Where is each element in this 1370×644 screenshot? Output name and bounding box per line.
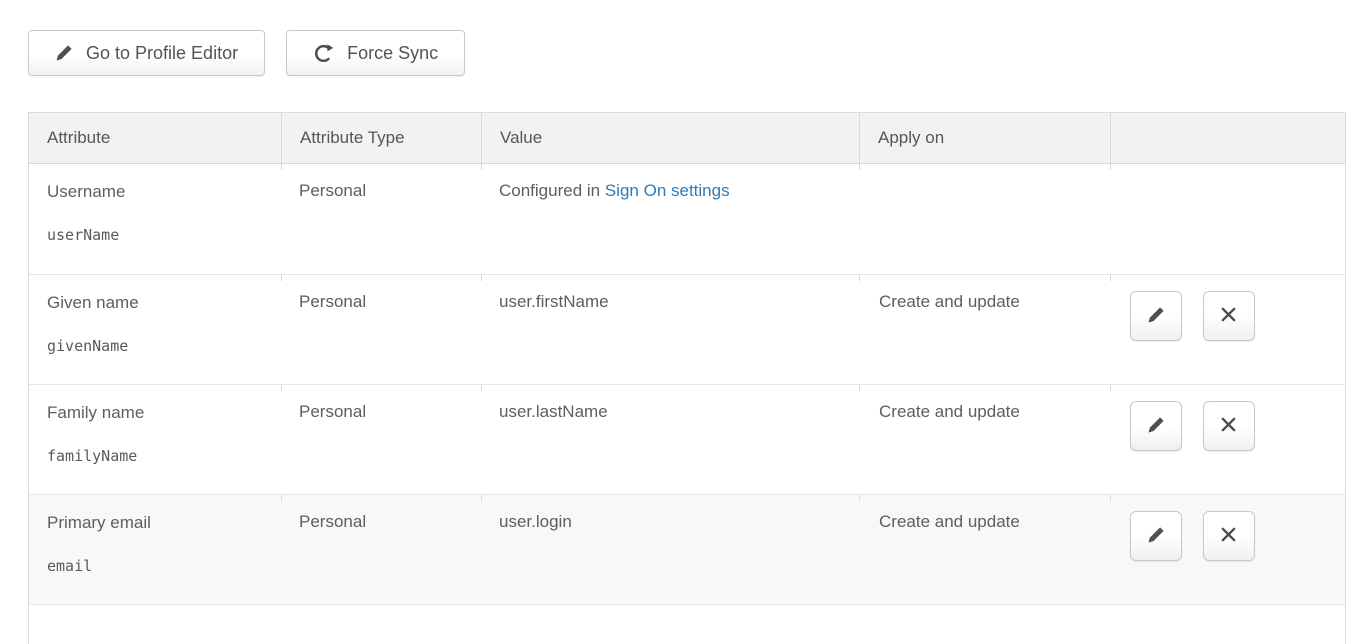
pencil-icon: [55, 44, 73, 62]
actions-cell: [1110, 494, 1345, 604]
attribute-mappings-page: Go to Profile Editor Force Sync Attribut…: [0, 0, 1370, 644]
attribute-label: Given name: [47, 292, 271, 313]
attribute-label: Family name: [47, 402, 271, 423]
attribute-label: Username: [47, 181, 271, 202]
force-sync-label: Force Sync: [347, 43, 438, 64]
attribute-table-body: Username userName Personal Configured in…: [29, 164, 1345, 644]
force-sync-button[interactable]: Force Sync: [286, 30, 465, 76]
actions-cell: [1110, 274, 1345, 384]
attribute-cell: Given name givenName: [29, 274, 281, 384]
table-row: Given name givenName Personal user.first…: [29, 274, 1345, 384]
sign-on-settings-link[interactable]: Sign On settings: [605, 181, 730, 200]
apply-on-cell: [859, 164, 1110, 274]
attribute-variable-name: givenName: [47, 337, 271, 355]
actions-cell: [1110, 384, 1345, 494]
value-text: user.lastName: [499, 402, 608, 421]
attribute-type-cell: Personal: [281, 164, 481, 274]
value-text: user.firstName: [499, 292, 609, 311]
apply-on-cell: Create and update: [859, 494, 1110, 604]
close-icon: [1219, 525, 1238, 547]
attribute-cell: Family name familyName: [29, 384, 281, 494]
value-cell: Configured in Sign On settings: [481, 164, 859, 274]
header-value: Value: [481, 113, 859, 164]
header-attribute: Attribute: [29, 113, 281, 164]
value-cell: user.lastName: [481, 384, 859, 494]
attribute-cell: Username userName: [29, 164, 281, 274]
edit-attribute-button[interactable]: [1130, 511, 1182, 561]
table-row: Family name familyName Personal user.las…: [29, 384, 1345, 494]
attribute-cell: Primary email email: [29, 494, 281, 604]
toolbar: Go to Profile Editor Force Sync: [28, 30, 1344, 76]
attribute-type-cell: Personal: [281, 274, 481, 384]
apply-on-cell: Create and update: [859, 384, 1110, 494]
pencil-icon: [1147, 416, 1165, 437]
close-icon: [1219, 415, 1238, 437]
attribute-variable-name: familyName: [47, 447, 271, 465]
go-to-profile-editor-label: Go to Profile Editor: [86, 43, 238, 64]
edit-attribute-button[interactable]: [1130, 401, 1182, 451]
delete-attribute-button[interactable]: [1203, 511, 1255, 561]
pencil-icon: [1147, 306, 1165, 327]
value-cell: user.login: [481, 494, 859, 604]
table-header: Attribute Attribute Type Value Apply on: [29, 113, 1345, 164]
attribute-mapping-table: Attribute Attribute Type Value Apply on …: [28, 112, 1346, 644]
attribute-type-cell: Personal: [281, 384, 481, 494]
value-text: user.login: [499, 512, 572, 531]
refresh-icon: [313, 43, 334, 64]
value-cell: user.firstName: [481, 274, 859, 384]
table-row: [29, 604, 1345, 644]
go-to-profile-editor-button[interactable]: Go to Profile Editor: [28, 30, 265, 76]
table-row: Username userName Personal Configured in…: [29, 164, 1345, 274]
edit-attribute-button[interactable]: [1130, 291, 1182, 341]
attribute-label: Primary email: [47, 512, 271, 533]
header-attribute-type: Attribute Type: [281, 113, 481, 164]
close-icon: [1219, 305, 1238, 327]
pencil-icon: [1147, 526, 1165, 547]
header-actions: [1110, 113, 1345, 164]
table-row: Primary email email Personal user.login …: [29, 494, 1345, 604]
header-apply-on: Apply on: [859, 113, 1110, 164]
delete-attribute-button[interactable]: [1203, 291, 1255, 341]
value-text: Configured in: [499, 181, 605, 200]
attribute-variable-name: email: [47, 557, 271, 575]
attribute-type-cell: Personal: [281, 494, 481, 604]
delete-attribute-button[interactable]: [1203, 401, 1255, 451]
apply-on-cell: Create and update: [859, 274, 1110, 384]
actions-cell: [1110, 164, 1345, 274]
attribute-variable-name: userName: [47, 226, 271, 244]
